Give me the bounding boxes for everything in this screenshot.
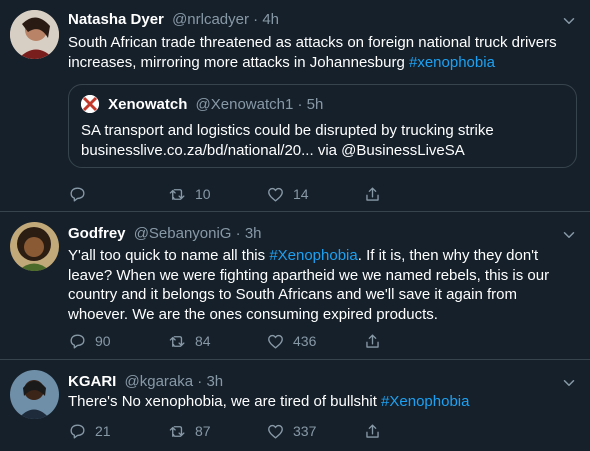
avatar[interactable] bbox=[10, 370, 59, 419]
like-count: 14 bbox=[293, 186, 309, 202]
like-button[interactable]: 436 bbox=[266, 331, 316, 351]
chevron-down-icon[interactable] bbox=[560, 374, 578, 392]
reply-icon bbox=[70, 186, 85, 202]
hashtag-link[interactable]: #Xenophobia bbox=[381, 393, 469, 410]
like-count: 337 bbox=[293, 423, 317, 439]
reply-count: 21 bbox=[95, 423, 111, 439]
author-handle[interactable]: @nrlcadyer bbox=[172, 11, 249, 28]
retweet-icon bbox=[169, 188, 185, 200]
avatar[interactable] bbox=[10, 10, 59, 59]
separator-dot: · bbox=[197, 373, 203, 390]
avatar[interactable] bbox=[10, 222, 59, 271]
timestamp[interactable]: 4h bbox=[262, 11, 279, 28]
retweet-button[interactable]: 84 bbox=[168, 331, 211, 351]
retweet-count: 10 bbox=[195, 186, 211, 202]
separator-dot: · bbox=[253, 11, 259, 28]
tweet-text: South African trade threatened as attack… bbox=[68, 33, 578, 72]
reply-button[interactable]: 21 bbox=[68, 421, 111, 441]
author-handle[interactable]: @kgaraka bbox=[125, 373, 194, 390]
tweet-kgari[interactable]: KGARI @kgaraka · 3h There's No xenophobi… bbox=[0, 360, 590, 451]
author-name[interactable]: KGARI bbox=[68, 373, 116, 390]
tweet-godfrey[interactable]: Godfrey @SebanyoniG · 3h Y'all too quick… bbox=[0, 212, 590, 360]
chevron-down-icon[interactable] bbox=[560, 226, 578, 244]
share-button[interactable] bbox=[363, 421, 382, 441]
retweet-icon bbox=[169, 335, 185, 347]
retweet-icon bbox=[169, 425, 185, 437]
retweet-count: 84 bbox=[195, 333, 211, 349]
retweet-button[interactable]: 10 bbox=[168, 184, 211, 204]
tweet-text-before: There's No xenophobia, we are tired of b… bbox=[68, 393, 382, 410]
quoted-link-line[interactable]: businesslive.co.za/bd/national/20... via… bbox=[81, 141, 561, 161]
hashtag-link[interactable]: #Xenophobia bbox=[269, 247, 357, 264]
share-button[interactable] bbox=[363, 184, 382, 204]
timestamp[interactable]: 3h bbox=[245, 225, 262, 242]
author-handle[interactable]: @SebanyoniG bbox=[134, 225, 232, 242]
share-icon bbox=[366, 186, 379, 201]
quoted-tweet[interactable]: Xenowatch @Xenowatch1 · 5h SA transport … bbox=[68, 84, 577, 168]
share-button[interactable] bbox=[363, 331, 382, 351]
timestamp[interactable]: 3h bbox=[206, 373, 223, 390]
reply-icon bbox=[70, 423, 85, 439]
separator-dot: · bbox=[235, 225, 241, 242]
like-count: 436 bbox=[293, 333, 317, 349]
tweet-natasha[interactable]: Natasha Dyer @nrlcadyer · 4h South Afric… bbox=[0, 0, 590, 212]
reply-button[interactable]: 90 bbox=[68, 331, 111, 351]
retweet-button[interactable]: 87 bbox=[168, 421, 211, 441]
quoted-avatar bbox=[81, 95, 99, 113]
quoted-author-handle[interactable]: @Xenowatch1 bbox=[196, 96, 294, 113]
reply-button[interactable] bbox=[68, 184, 95, 204]
tweet-text: There's No xenophobia, we are tired of b… bbox=[68, 392, 578, 412]
like-icon bbox=[268, 334, 283, 349]
hashtag-link[interactable]: #xenophobia bbox=[409, 54, 495, 71]
share-icon bbox=[366, 423, 379, 438]
quoted-timestamp[interactable]: 5h bbox=[307, 96, 324, 113]
reply-count: 90 bbox=[95, 333, 111, 349]
chevron-down-icon[interactable] bbox=[560, 12, 578, 30]
author-name[interactable]: Natasha Dyer bbox=[68, 11, 164, 28]
reply-icon bbox=[70, 333, 85, 349]
share-icon bbox=[366, 333, 379, 348]
like-button[interactable]: 14 bbox=[266, 184, 309, 204]
like-icon bbox=[268, 187, 283, 202]
retweet-count: 87 bbox=[195, 423, 211, 439]
like-button[interactable]: 337 bbox=[266, 421, 316, 441]
like-icon bbox=[268, 424, 283, 439]
tweet-text-before: Y'all too quick to name all this bbox=[68, 247, 270, 264]
quoted-author-name[interactable]: Xenowatch bbox=[108, 96, 187, 113]
tweet-text: Y'all too quick to name all this #Xenoph… bbox=[68, 246, 578, 324]
author-name[interactable]: Godfrey bbox=[68, 225, 126, 242]
quoted-text-line: SA transport and logistics could be disr… bbox=[81, 122, 494, 139]
separator-dot: · bbox=[297, 96, 303, 113]
